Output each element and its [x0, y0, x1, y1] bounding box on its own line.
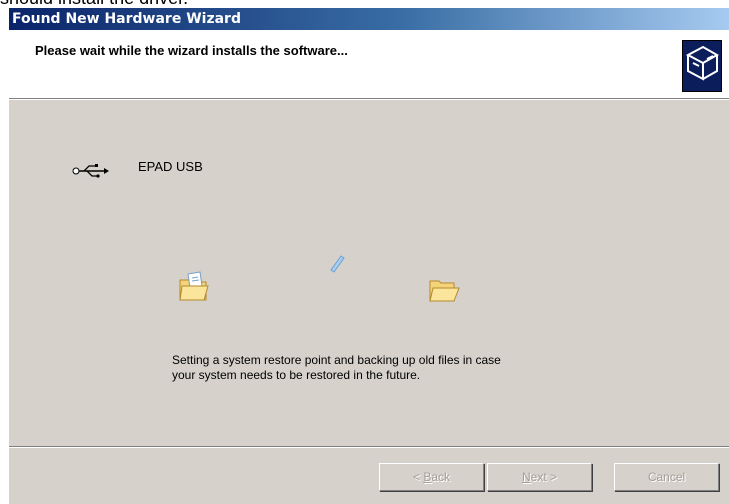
status-line-1: Setting a system restore point and backi…	[172, 353, 501, 367]
cancel-button[interactable]: Cancel	[614, 463, 719, 491]
next-mnemonic: N	[521, 470, 531, 484]
open-folder-icon	[428, 275, 460, 310]
wizard-footer: < Back Next > Cancel	[9, 448, 729, 504]
flying-paper-icon	[329, 252, 345, 279]
device-name: EPAD USB	[138, 159, 203, 174]
title-bar[interactable]: Found New Hardware Wizard	[9, 8, 729, 30]
next-suffix: >	[546, 470, 558, 484]
hardware-wizard-icon	[682, 40, 722, 92]
next-button[interactable]: Next >	[487, 463, 592, 491]
wizard-heading: Please wait while the wizard installs th…	[35, 43, 348, 58]
status-text: Setting a system restore point and backi…	[172, 353, 612, 383]
status-line-2: your system needs to be restored in the …	[172, 368, 421, 382]
wizard-body: EPAD USB Setting a system restore point …	[9, 100, 729, 446]
folder-with-file-icon	[178, 270, 212, 309]
usb-icon	[72, 164, 110, 183]
back-button[interactable]: < Back	[379, 463, 484, 491]
next-rest: ext	[530, 470, 547, 484]
back-rest: ack	[431, 470, 451, 484]
cancel-label: Cancel	[647, 470, 686, 484]
window-title: Found New Hardware Wizard	[12, 11, 241, 27]
back-prefix: <	[412, 470, 424, 484]
wizard-header: Please wait while the wizard installs th…	[9, 30, 729, 98]
background-document-text: should install the driver.	[0, 0, 188, 8]
